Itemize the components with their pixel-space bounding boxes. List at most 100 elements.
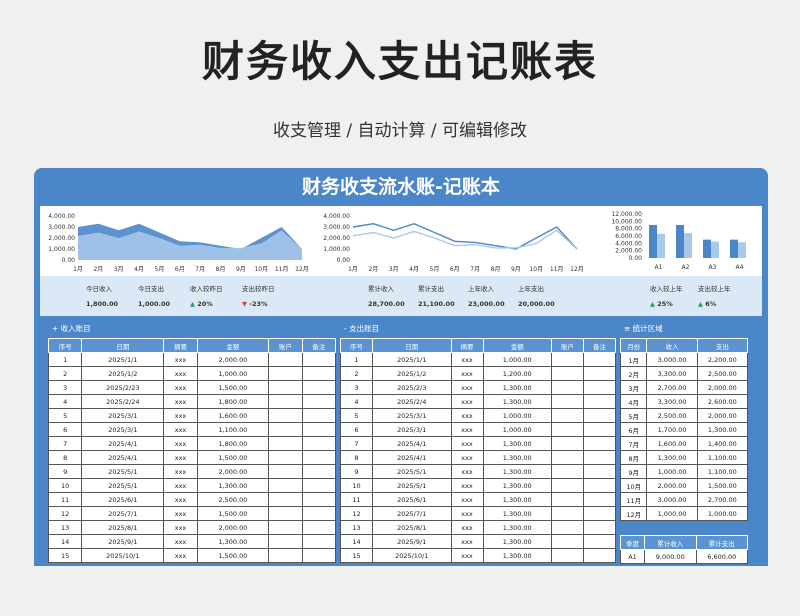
table-cell[interactable]: xxx: [163, 408, 198, 423]
table-cell[interactable]: 3,300.00: [646, 394, 698, 409]
table-cell[interactable]: xxx: [450, 394, 484, 409]
table-cell[interactable]: 15: [47, 548, 83, 563]
table-cell[interactable]: [268, 422, 303, 437]
table-cell[interactable]: 2025/3/1: [81, 422, 165, 437]
table-cell[interactable]: [301, 366, 337, 381]
table-cell[interactable]: 1月: [619, 352, 648, 367]
table-cell[interactable]: 14: [47, 534, 83, 549]
table-cell[interactable]: [268, 506, 303, 521]
table-cell[interactable]: 1,300.00: [196, 478, 270, 493]
table-cell[interactable]: [550, 534, 584, 549]
table-cell[interactable]: 6: [47, 422, 83, 437]
table-cell[interactable]: 2025/2/4: [372, 394, 452, 409]
table-cell[interactable]: 2025/5/1: [372, 464, 452, 479]
table-cell[interactable]: 13: [47, 520, 83, 535]
table-cell[interactable]: 1,000.00: [482, 422, 552, 437]
table-cell[interactable]: [301, 548, 337, 563]
table-cell[interactable]: xxx: [163, 366, 198, 381]
table-cell[interactable]: 1,300.00: [646, 450, 698, 465]
table-cell[interactable]: 2025/2/23: [81, 380, 165, 395]
table-cell[interactable]: 3,300.00: [646, 366, 698, 381]
table-cell[interactable]: 2月: [619, 366, 648, 381]
table-cell[interactable]: [550, 436, 584, 451]
table-cell[interactable]: [268, 450, 303, 465]
table-cell[interactable]: 12: [47, 506, 83, 521]
table-cell[interactable]: [301, 422, 337, 437]
table-cell[interactable]: [268, 380, 303, 395]
table-cell[interactable]: [268, 366, 303, 381]
table-cell[interactable]: 1,800.00: [196, 436, 270, 451]
table-cell[interactable]: [550, 478, 584, 493]
table-cell[interactable]: 9: [47, 464, 83, 479]
table-cell[interactable]: xxx: [163, 436, 198, 451]
table-cell[interactable]: 1,200.00: [482, 366, 552, 381]
table-cell[interactable]: [582, 394, 617, 409]
table-cell[interactable]: 4月: [619, 394, 648, 409]
table-cell[interactable]: 1,300.00: [482, 394, 552, 409]
table-cell[interactable]: 2,700.00: [646, 380, 698, 395]
table-cell[interactable]: 1,300.00: [196, 534, 270, 549]
table-cell[interactable]: [268, 436, 303, 451]
table-cell[interactable]: [550, 492, 584, 507]
table-cell[interactable]: [550, 366, 584, 381]
table-cell[interactable]: 1,300.00: [482, 436, 552, 451]
table-cell[interactable]: 1,000.00: [482, 352, 552, 367]
table-cell[interactable]: 1,500.00: [196, 548, 270, 563]
table-cell[interactable]: 2,200.00: [696, 352, 749, 367]
table-cell[interactable]: 2025/4/1: [81, 450, 165, 465]
table-cell[interactable]: [582, 366, 617, 381]
table-cell[interactable]: xxx: [163, 380, 198, 395]
table-cell[interactable]: [268, 394, 303, 409]
table-cell[interactable]: xxx: [163, 520, 198, 535]
table-cell[interactable]: [268, 492, 303, 507]
table-cell[interactable]: 1,500.00: [696, 478, 749, 493]
table-cell[interactable]: 1,300.00: [482, 534, 552, 549]
table-cell[interactable]: 4: [47, 394, 83, 409]
table-cell[interactable]: 12: [340, 506, 373, 521]
table-cell[interactable]: [301, 436, 337, 451]
table-cell[interactable]: xxx: [450, 380, 484, 395]
table-cell[interactable]: 3: [47, 380, 83, 395]
table-cell[interactable]: 1,400.00: [696, 436, 749, 451]
table-cell[interactable]: 3: [340, 380, 373, 395]
table-cell[interactable]: xxx: [163, 450, 198, 465]
table-cell[interactable]: 1,100.00: [696, 450, 749, 465]
table-cell[interactable]: 2025/2/3: [372, 380, 452, 395]
table-cell[interactable]: xxx: [163, 506, 198, 521]
table-cell[interactable]: [268, 478, 303, 493]
table-cell[interactable]: xxx: [450, 352, 484, 367]
table-cell[interactable]: 2025/3/1: [81, 408, 165, 423]
table-cell[interactable]: xxx: [163, 394, 198, 409]
table-cell[interactable]: 14: [340, 534, 373, 549]
table-cell[interactable]: 8月: [619, 450, 648, 465]
table-cell[interactable]: [550, 506, 584, 521]
table-cell[interactable]: [268, 408, 303, 423]
table-cell[interactable]: xxx: [450, 520, 484, 535]
table-cell[interactable]: 2025/8/1: [81, 520, 165, 535]
table-cell[interactable]: [550, 352, 584, 367]
table-cell[interactable]: [582, 548, 617, 563]
table-cell[interactable]: 2025/9/1: [81, 534, 165, 549]
table-cell[interactable]: 2,000.00: [196, 464, 270, 479]
table-cell[interactable]: [582, 436, 617, 451]
table-cell[interactable]: 6月: [619, 422, 648, 437]
table-cell[interactable]: 1,300.00: [482, 450, 552, 465]
table-cell[interactable]: 2,000.00: [646, 478, 698, 493]
table-cell[interactable]: 1,300.00: [482, 492, 552, 507]
table-cell[interactable]: xxx: [163, 352, 198, 367]
table-cell[interactable]: 2025/7/1: [81, 506, 165, 521]
table-cell[interactable]: [550, 394, 584, 409]
table-cell[interactable]: 2,000.00: [196, 520, 270, 535]
table-cell[interactable]: [301, 534, 337, 549]
table-cell[interactable]: 5: [47, 408, 83, 423]
table-cell[interactable]: 2025/3/1: [372, 422, 452, 437]
table-cell[interactable]: 2025/10/1: [81, 548, 165, 563]
table-cell[interactable]: 7月: [619, 436, 648, 451]
table-cell[interactable]: 1,500.00: [196, 380, 270, 395]
table-cell[interactable]: 1,300.00: [482, 520, 552, 535]
table-cell[interactable]: 1,000.00: [646, 464, 698, 479]
table-cell[interactable]: 1,600.00: [196, 408, 270, 423]
table-cell[interactable]: 2,500.00: [696, 366, 749, 381]
table-cell[interactable]: [582, 520, 617, 535]
table-cell[interactable]: [301, 408, 337, 423]
